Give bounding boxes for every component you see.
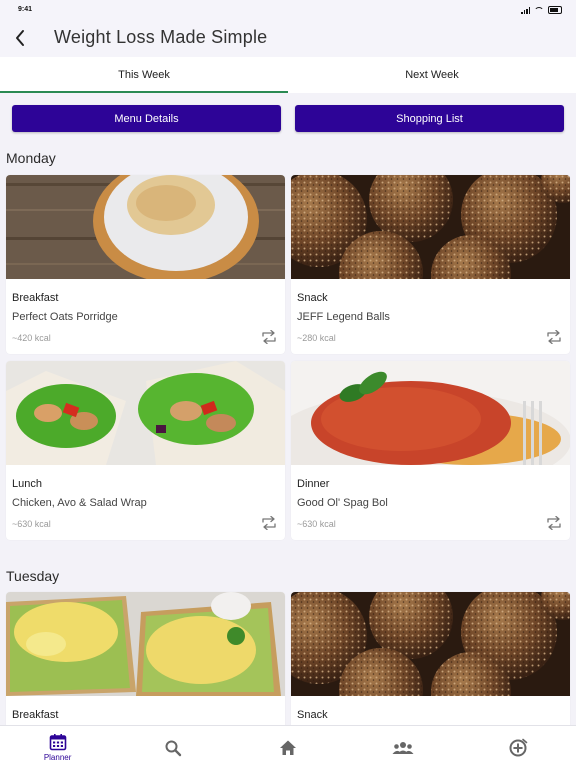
meal-name: Perfect Oats Porridge — [12, 311, 118, 323]
avocado-egg-toast-image — [6, 592, 285, 696]
meal-name: JEFF Legend Balls — [297, 311, 390, 323]
meal-type: Snack — [297, 292, 328, 304]
tab-this-week[interactable]: This Week — [0, 57, 288, 93]
meal-card-monday-breakfast[interactable]: Breakfast Perfect Oats Porridge ~420 kca… — [6, 175, 285, 354]
page-title: Weight Loss Made Simple — [54, 27, 268, 47]
meal-card-monday-lunch[interactable]: Lunch Chicken, Avo & Salad Wrap ~630 kca… — [6, 361, 285, 540]
nav-header: Weight Loss Made Simple — [0, 22, 576, 57]
week-tabs: This Week Next Week — [0, 57, 576, 93]
wrap-image — [6, 361, 285, 465]
meal-type: Lunch — [12, 478, 42, 490]
energy-balls-image — [291, 592, 570, 696]
meal-card-monday-snack[interactable]: Snack JEFF Legend Balls ~280 kcal — [291, 175, 570, 354]
menu-details-button[interactable]: Menu Details — [12, 105, 281, 132]
planner-content[interactable]: Menu Details Shopping List Monday Breakf… — [0, 93, 576, 725]
meal-name: Chicken, Avo & Salad Wrap — [12, 497, 147, 509]
meal-type: Breakfast — [12, 709, 59, 721]
signal-icon — [521, 6, 530, 14]
nav-planner[interactable]: Planner — [0, 726, 115, 769]
meal-kcal: ~630 kcal — [12, 519, 51, 529]
meal-card-monday-dinner[interactable]: Dinner Good Ol' Spag Bol ~630 kcal — [291, 361, 570, 540]
nav-planner-label: Planner — [43, 753, 72, 762]
day-heading-tuesday: Tuesday — [6, 568, 60, 584]
community-icon — [392, 741, 414, 754]
add-circle-icon — [509, 738, 528, 756]
meal-type: Dinner — [297, 478, 330, 490]
nav-home[interactable] — [230, 726, 345, 769]
spaghetti-image — [291, 361, 570, 465]
swap-icon[interactable] — [261, 330, 277, 344]
meal-type: Breakfast — [12, 292, 59, 304]
swap-icon[interactable] — [261, 516, 277, 530]
meal-card-tuesday-breakfast[interactable]: Breakfast — [6, 592, 285, 725]
porridge-image — [6, 175, 285, 279]
day-heading-monday: Monday — [6, 150, 56, 166]
meal-name: Good Ol' Spag Bol — [297, 497, 388, 509]
shopping-list-button[interactable]: Shopping List — [295, 105, 564, 132]
battery-icon — [548, 6, 562, 14]
status-bar: 9:41 — [0, 0, 576, 22]
chevron-left-icon — [16, 30, 24, 46]
nav-search[interactable] — [115, 726, 230, 769]
tab-next-week[interactable]: Next Week — [288, 57, 576, 93]
energy-balls-image — [291, 175, 570, 279]
back-button[interactable] — [10, 26, 30, 50]
meal-kcal: ~630 kcal — [297, 519, 336, 529]
home-icon — [280, 740, 296, 755]
wifi-icon — [534, 6, 544, 14]
nav-add-progress[interactable] — [461, 726, 576, 769]
meal-kcal: ~280 kcal — [297, 333, 336, 343]
action-buttons: Menu Details Shopping List — [12, 105, 564, 132]
system-indicators — [521, 6, 562, 14]
swap-icon[interactable] — [546, 516, 562, 530]
bottom-tab-bar: Planner — [0, 725, 576, 769]
search-icon — [165, 740, 181, 756]
meal-type: Snack — [297, 709, 328, 721]
swap-icon[interactable] — [546, 330, 562, 344]
meal-kcal: ~420 kcal — [12, 333, 51, 343]
calendar-icon — [49, 734, 66, 751]
status-time: 9:41 — [18, 6, 33, 13]
meal-card-tuesday-snack[interactable]: Snack — [291, 592, 570, 725]
nav-community[interactable] — [346, 726, 461, 769]
